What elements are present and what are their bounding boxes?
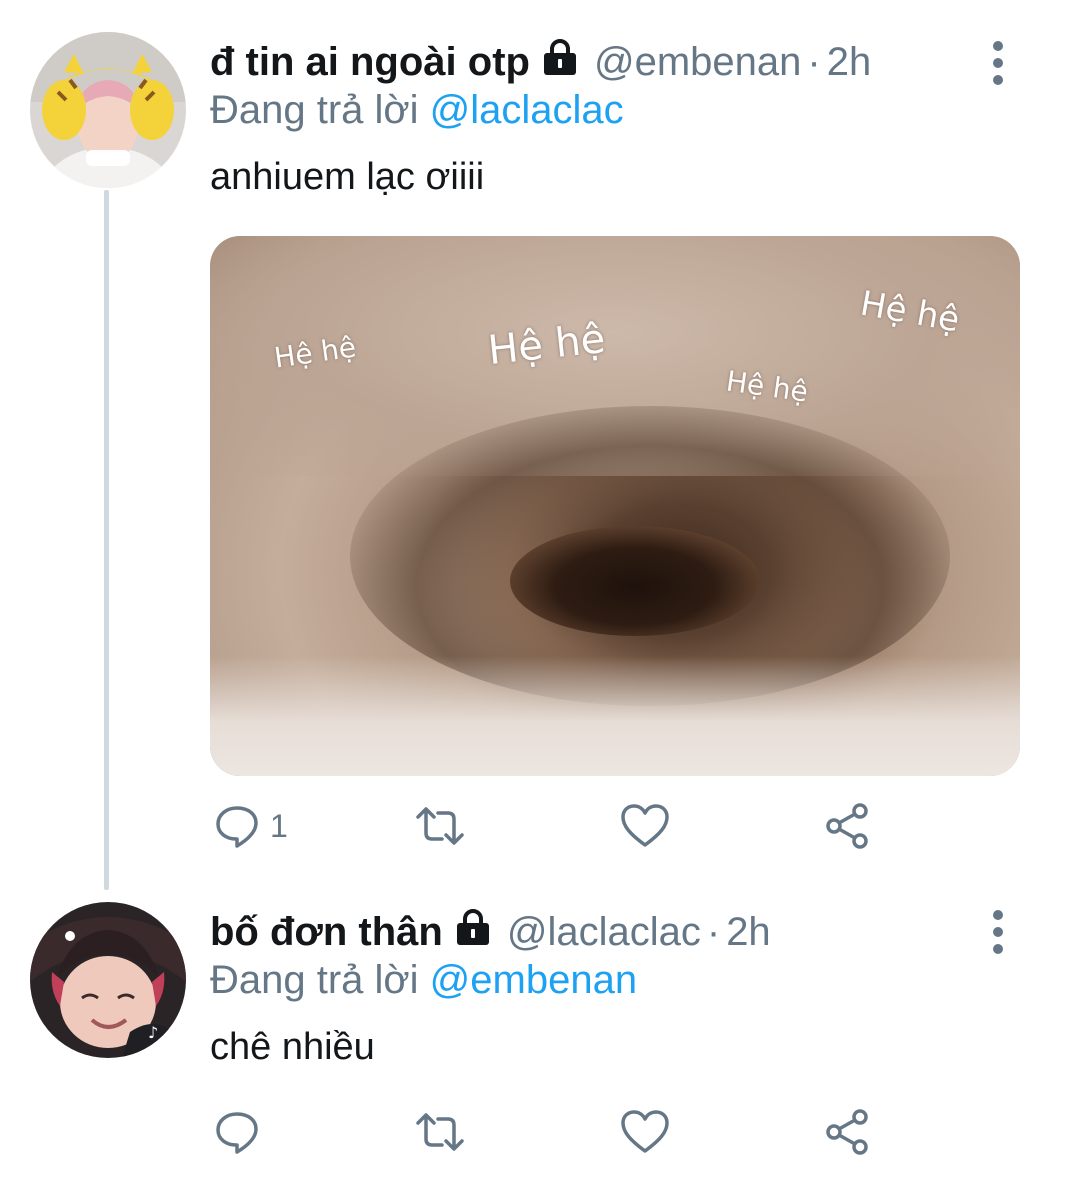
more-vertical-icon[interactable] [988, 41, 1008, 85]
tweet-actions [210, 1102, 910, 1162]
reply-count: 1 [270, 807, 288, 844]
more-vertical-icon[interactable] [988, 910, 1008, 954]
svg-text:♪: ♪ [148, 1023, 158, 1042]
mention-link[interactable]: @embenan [430, 958, 637, 1002]
retweet-button[interactable] [412, 796, 468, 856]
retweet-button[interactable] [412, 1102, 468, 1162]
lock-icon [540, 38, 580, 86]
reply-icon [216, 806, 258, 848]
tweet-media-image[interactable]: Hệ hệ Hệ hệ Hệ hệ Hệ hệ [210, 236, 1020, 776]
heart-icon [621, 804, 669, 847]
share-icon [826, 803, 868, 849]
like-button[interactable] [620, 1102, 670, 1162]
separator-dot: · [706, 909, 721, 954]
separator-dot: · [807, 39, 821, 84]
avatar[interactable] [30, 32, 186, 188]
replying-to: Đang trả lời @laclaclac [210, 88, 624, 133]
tweet[interactable]: đ tin ai ngoài otp @embenan · 2h Đang tr… [0, 0, 1080, 880]
avatar[interactable]: ♪ [30, 902, 186, 1058]
avatar-smiling-boy: ♪ [30, 902, 186, 1058]
display-name[interactable]: đ tin ai ngoài otp [210, 40, 530, 85]
reply-button[interactable] [214, 1102, 270, 1162]
tweet-text: anhiuem lạc ơiiii [210, 156, 485, 198]
heart-icon [621, 1110, 669, 1153]
user-handle[interactable]: @embenan [594, 40, 801, 85]
tweet-header: đ tin ai ngoài otp @embenan · 2h [210, 36, 871, 88]
share-button[interactable] [824, 796, 872, 856]
share-icon [826, 1109, 868, 1155]
replying-to: Đang trả lời @embenan [210, 958, 637, 1003]
tweet[interactable]: ♪ bố đơn thân @laclaclac · 2h Đang trả l… [0, 890, 1080, 1178]
avatar-tiger-headband [30, 32, 186, 188]
reply-icon [216, 1112, 258, 1154]
tweet-text: chê nhiều [210, 1026, 375, 1068]
retweet-icon [416, 1113, 464, 1151]
timestamp[interactable]: 2h [726, 910, 771, 955]
tweet-header: bố đơn thân @laclaclac · 2h [210, 906, 771, 958]
display-name[interactable]: bố đơn thân [210, 910, 443, 955]
reply-button[interactable]: 1 [214, 796, 288, 856]
replying-prefix: Đang trả lời [210, 88, 419, 132]
mention-link[interactable]: @laclaclac [430, 88, 624, 132]
share-button[interactable] [824, 1102, 872, 1162]
replying-prefix: Đang trả lời [210, 958, 419, 1002]
like-button[interactable] [620, 796, 670, 856]
lock-icon [453, 908, 493, 956]
tweet-actions: 1 [210, 796, 910, 856]
retweet-icon [416, 807, 464, 845]
user-handle[interactable]: @laclaclac [507, 910, 701, 955]
timestamp[interactable]: 2h [827, 40, 872, 85]
